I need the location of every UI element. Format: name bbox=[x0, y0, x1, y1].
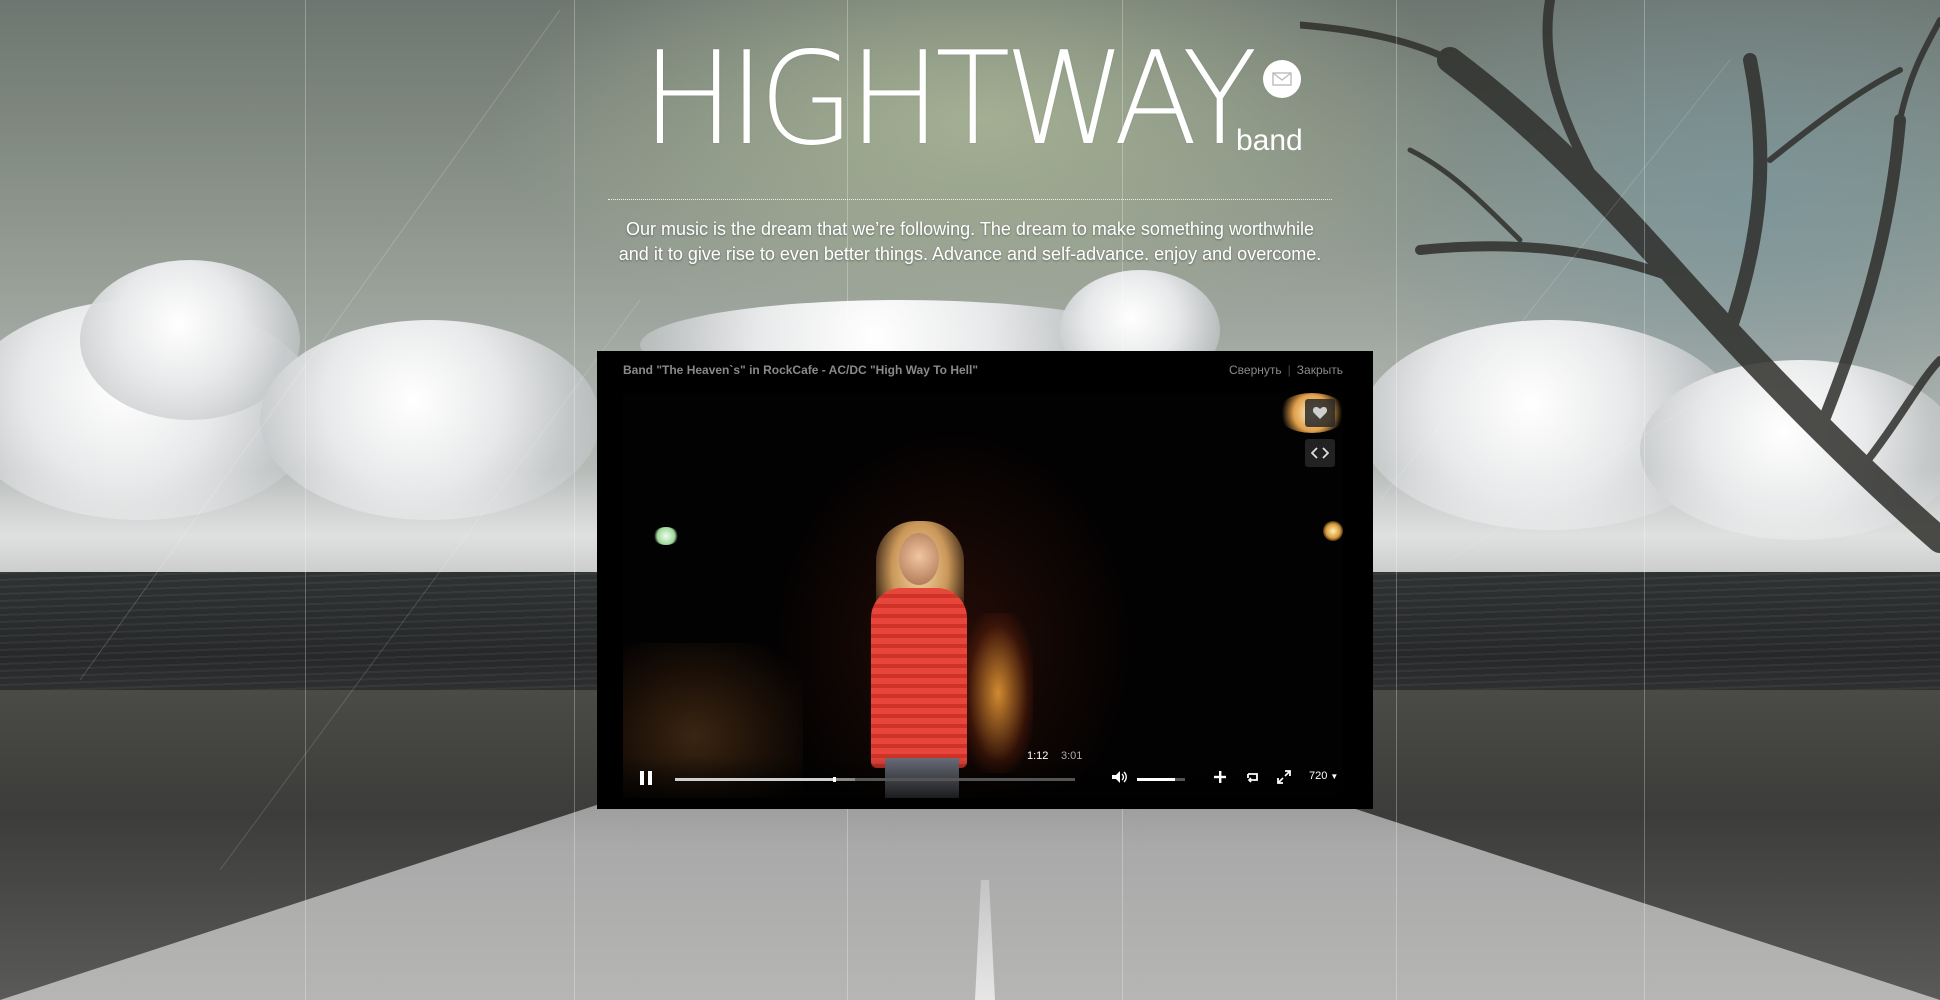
video-title: Band "The Heaven`s" in RockCafe - AC/DC … bbox=[623, 363, 979, 377]
volume-level bbox=[1137, 778, 1176, 781]
plus-icon bbox=[1214, 771, 1226, 783]
fullscreen-button[interactable] bbox=[1277, 770, 1291, 789]
header-divider bbox=[608, 199, 1332, 200]
video-player[interactable]: 1:12 3:01 720 ▼ bbox=[623, 393, 1343, 798]
close-link[interactable]: Закрыть bbox=[1297, 363, 1343, 377]
site-logo[interactable]: HIGHTWAY bbox=[642, 36, 1257, 164]
singer-body bbox=[871, 588, 967, 768]
tagline-line: Our music is the dream that we’re follow… bbox=[626, 219, 1314, 239]
stage-light bbox=[653, 527, 679, 545]
quality-select[interactable]: 720 ▼ bbox=[1309, 770, 1338, 782]
mail-button[interactable] bbox=[1263, 60, 1301, 98]
logo-subtitle: band bbox=[1236, 124, 1303, 157]
heart-icon bbox=[1312, 407, 1328, 419]
pause-icon bbox=[640, 771, 652, 785]
loop-button[interactable] bbox=[1245, 770, 1261, 789]
speaker-icon bbox=[1112, 771, 1127, 783]
pause-button[interactable] bbox=[639, 770, 653, 791]
tagline-line: and it to give rise to even better thing… bbox=[618, 244, 1322, 264]
player-controls: 1:12 3:01 720 ▼ bbox=[623, 750, 1343, 798]
fullscreen-icon bbox=[1277, 770, 1291, 784]
current-time: 1:12 bbox=[1027, 750, 1049, 762]
separator: | bbox=[1287, 363, 1291, 377]
add-button[interactable] bbox=[1213, 770, 1227, 789]
modal-actions: Свернуть | Закрыть bbox=[1229, 363, 1343, 377]
stage-glow bbox=[963, 613, 1033, 773]
envelope-icon bbox=[1272, 72, 1292, 86]
progress-bar[interactable] bbox=[675, 777, 1075, 782]
loop-icon bbox=[1247, 773, 1258, 783]
total-time: 3:01 bbox=[1061, 750, 1083, 762]
quality-value: 720 bbox=[1309, 770, 1328, 782]
progress-played bbox=[675, 778, 835, 781]
progress-knob[interactable] bbox=[833, 777, 837, 782]
singer-face bbox=[899, 533, 939, 585]
tagline: Our music is the dream that we’re follow… bbox=[590, 217, 1350, 267]
code-icon bbox=[1311, 447, 1329, 459]
embed-button[interactable] bbox=[1305, 439, 1335, 467]
chevron-down-icon: ▼ bbox=[1330, 772, 1339, 781]
volume-slider[interactable] bbox=[1137, 778, 1185, 781]
video-modal: Band "The Heaven`s" in RockCafe - AC/DC … bbox=[597, 351, 1373, 809]
volume-button[interactable] bbox=[1111, 770, 1129, 789]
stage-light bbox=[1323, 521, 1343, 541]
minimize-link[interactable]: Свернуть bbox=[1229, 363, 1282, 377]
like-button[interactable] bbox=[1305, 399, 1335, 427]
